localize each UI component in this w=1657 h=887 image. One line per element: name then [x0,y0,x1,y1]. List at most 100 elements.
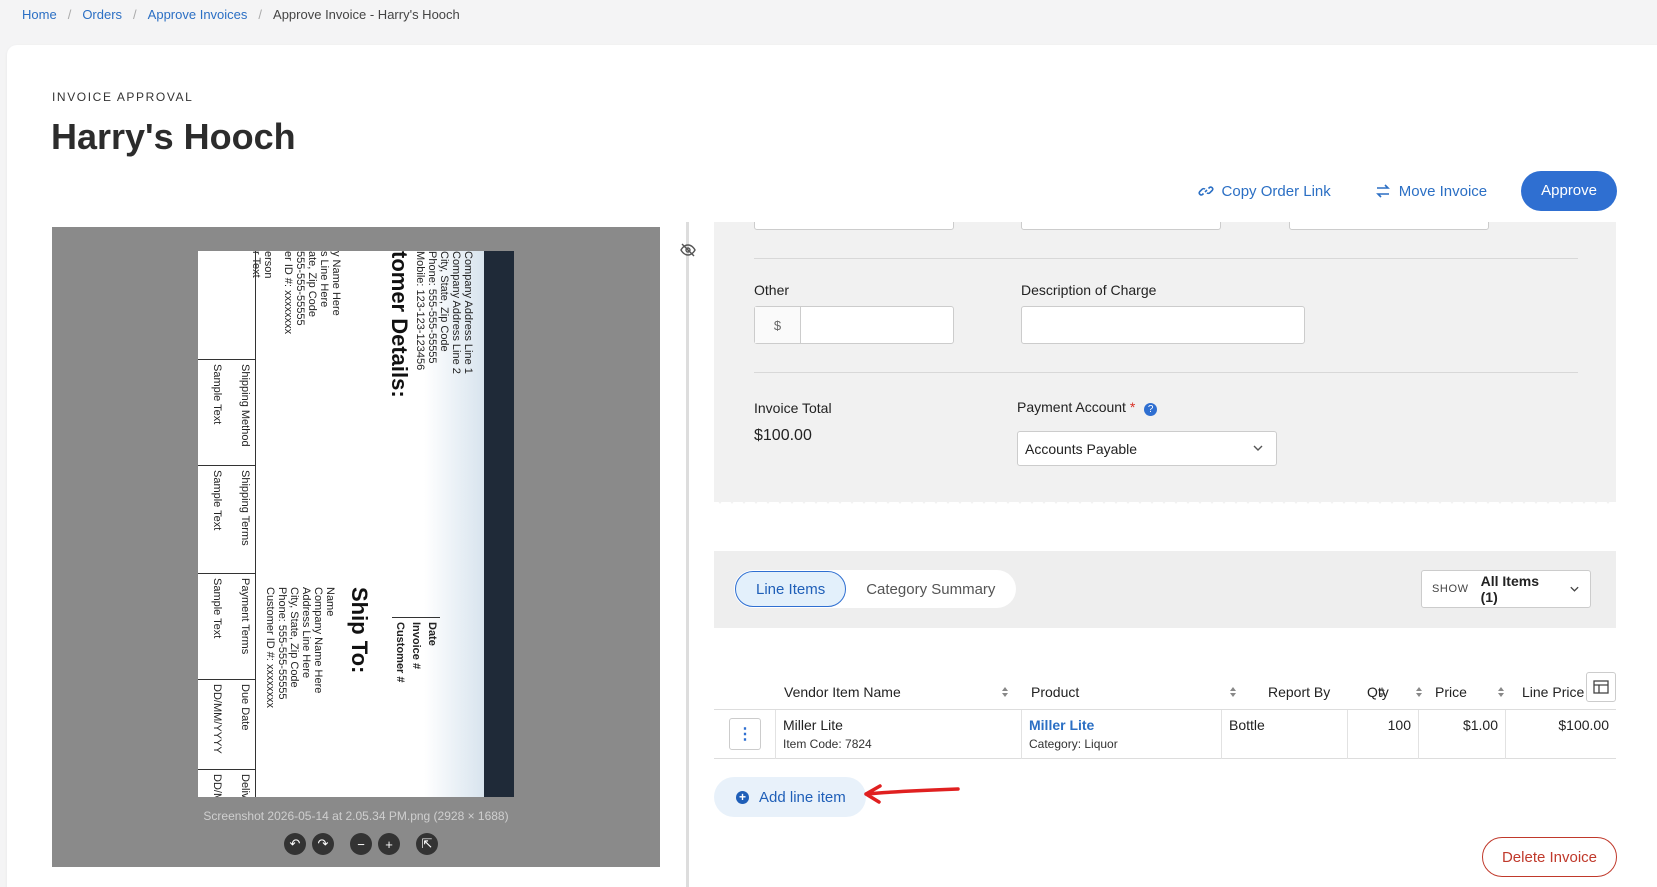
other-amount-field[interactable]: $ [754,306,954,344]
doc-ship-block: Name Company Name Here Address Line Here… [264,587,336,708]
invoice-charges-panel: Other $ Description of Charge Invoice To… [714,222,1616,502]
annotation-arrow-icon [864,784,960,804]
doc-table-cell: Delivery DD/MM [198,769,255,797]
column-qty-header[interactable]: Qty [1367,684,1423,700]
doc-cell-head: Shipping Method [239,364,251,447]
doc-box-label: Invoice # [410,622,422,670]
add-line-item-label: Add line item [759,788,846,806]
other-amount-input[interactable] [801,307,953,343]
column-product[interactable]: Product [1031,684,1237,700]
column-label: Product [1031,684,1080,700]
open-external-icon[interactable]: ⇱ [416,833,438,855]
swap-arrows-icon [1375,184,1390,198]
doc-info-boxes: Date Invoice # Customer # [392,617,440,683]
panel-resize-handle[interactable] [686,222,689,887]
delete-invoice-button[interactable]: Delete Invoice [1482,837,1617,877]
payment-account-select[interactable]: Accounts Payable [1017,431,1277,466]
doc-address-block: Company Address Line 1 Company Address L… [414,251,474,374]
column-settings-icon[interactable] [1586,672,1616,702]
zoom-in-icon[interactable]: + [378,833,400,855]
cell-price: $1.00 [1418,710,1505,759]
doc-table-cell: Shipping Terms Sample Text [198,465,255,573]
breadcrumb-orders[interactable]: Orders [82,7,122,22]
doc-cell-head: Payment Terms [239,578,251,655]
header-actions: Copy Order Link Move Invoice Approve [1198,171,1617,211]
show-filter-label: SHOW [1432,583,1469,595]
tab-line-items[interactable]: Line Items [735,571,847,607]
doc-line: s Line Here [318,251,330,308]
page-eyebrow: INVOICE APPROVAL [52,90,194,104]
doc-line: City, State, Zip Code [288,587,300,688]
cell-line-price: $100.00 [1505,710,1616,759]
rotate-right-icon[interactable]: ↷ [312,833,334,855]
view-tabs: Line Items Category Summary [734,570,1017,608]
doc-line: ate, Zip Code [306,251,318,318]
copy-order-link-label: Copy Order Link [1221,182,1331,200]
doc-line: Address Line Here [300,587,312,679]
approve-button[interactable]: Approve [1521,171,1617,211]
tab-category-summary[interactable]: Category Summary [846,571,1015,607]
doc-line: Company Name Here [312,587,324,694]
doc-cell-value: DD/MM/YYYY [211,684,223,754]
column-label: Report By [1268,684,1331,700]
item-code: Item Code: 7824 [783,737,872,751]
doc-line: Company Address Line 2 [450,251,462,374]
doc-line: Customer ID #: xxxxxxxx [264,587,276,709]
cut-off-input [754,222,954,230]
document-caption: Screenshot 2026-05-14 at 2.05.34 PM.png … [203,809,509,823]
document-viewer[interactable]: Company Address Line 1 Company Address L… [52,227,660,867]
breadcrumb: Home / Orders / Approve Invoices / Appro… [22,7,460,22]
zoom-out-icon[interactable]: − [350,833,372,855]
doc-line: er ID #: xxxxxxxx [282,251,294,335]
invoice-document-rotated: Company Address Line 1 Company Address L… [198,251,514,797]
doc-cell-head: Delivery [239,774,251,797]
column-label: Vendor Item Name [784,684,901,700]
doc-line: y Name Here [330,251,342,316]
doc-table-cell: Due Date DD/MM/YYYY [198,679,255,769]
doc-cell-head: Shipping Terms [239,470,251,546]
doc-heading-ship-to: Ship To: [347,587,372,674]
sort-icon[interactable] [1229,686,1237,698]
sort-icon[interactable] [1415,686,1423,698]
show-filter-select[interactable]: SHOW All Items (1) [1421,570,1591,608]
doc-cell-head: Due Date [239,684,251,731]
doc-line: erson [262,251,274,279]
sort-icon[interactable] [1497,686,1505,698]
rotate-left-icon[interactable]: ↶ [284,833,306,855]
description-input[interactable] [1021,306,1305,344]
breadcrumb-approve-invoices[interactable]: Approve Invoices [148,7,248,22]
other-label: Other [754,282,790,298]
link-icon [1198,186,1214,196]
description-label: Description of Charge [1021,282,1157,298]
breadcrumb-home[interactable]: Home [22,7,57,22]
breadcrumb-current: Approve Invoice - Harry's Hooch [273,7,460,22]
eye-off-icon[interactable] [680,243,696,257]
help-icon[interactable]: ? [1144,403,1158,416]
table-row: ⋮ Miller Lite Item Code: 7824 Miller Lit… [714,710,1616,759]
breadcrumb-separator: / [67,7,72,22]
column-vendor-item-name[interactable]: Vendor Item Name [784,684,1009,700]
copy-order-link-button[interactable]: Copy Order Link [1198,183,1331,200]
product-link[interactable]: Miller Lite [1029,717,1214,733]
add-line-item-button[interactable]: + Add line item [714,777,866,817]
column-price-header[interactable]: Price [1435,684,1505,700]
cell-qty: 100 [1347,710,1418,759]
chevron-down-icon [1253,445,1263,451]
column-label: Qty [1367,684,1389,700]
column-label: Price [1435,684,1467,700]
move-invoice-button[interactable]: Move Invoice [1375,183,1487,200]
viewer-controls: ↶ ↷ − + ⇱ [284,833,438,855]
product-category: Category: Liquor [1029,737,1118,751]
doc-line: Phone: 555-555-55555 [276,587,288,700]
row-actions-menu-icon[interactable]: ⋮ [729,718,761,750]
document-toolbar-strip [484,251,514,797]
column-line-price-header[interactable]: Line Price [1522,684,1584,700]
doc-table-cell: Payment Terms Sample Text [198,573,255,679]
cell-product: Miller Lite Category: Liquor [1021,710,1221,759]
doc-cell-value: Sample Text [211,364,223,425]
doc-table-cell: Shipping Method Sample Text [198,359,255,465]
vendor-item-name: Miller Lite [783,717,843,733]
plus-circle-icon: + [736,790,749,804]
section-divider [754,258,1578,259]
sort-icon[interactable] [1001,686,1009,698]
